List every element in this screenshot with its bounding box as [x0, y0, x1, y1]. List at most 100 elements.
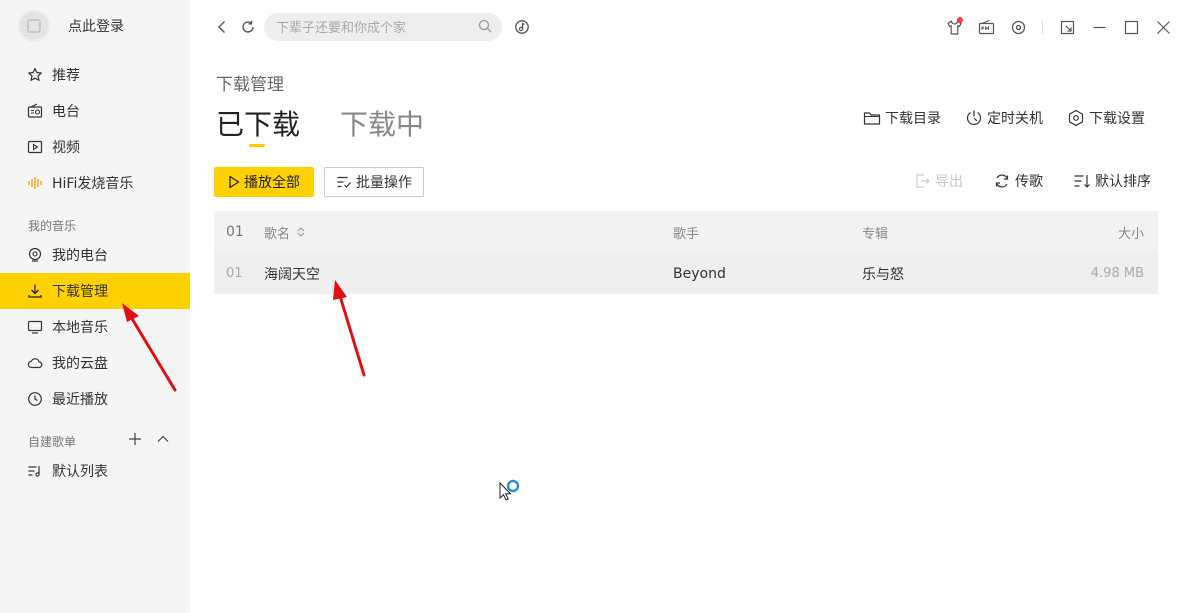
sort-button[interactable]: 默认排序 [1073, 171, 1151, 191]
download-directory-label: 下载目录 [885, 111, 941, 127]
transfer-songs-button[interactable]: 传歌 [993, 171, 1043, 191]
sidebar-item-label: 默认列表 [52, 464, 108, 480]
batch-operation-button[interactable]: 批量操作 [324, 167, 424, 197]
sidebar-item-label: 我的电台 [52, 248, 108, 264]
sidebar-item-local-music[interactable]: 本地音乐 [0, 309, 190, 345]
search-box[interactable] [264, 13, 502, 41]
sidebar-item-video[interactable]: 视频 [0, 129, 190, 165]
table-header: 01 歌名 歌手 专辑 大小 [214, 211, 1158, 253]
page-title: 下载管理 [216, 75, 284, 95]
sidebar-item-label: 最近播放 [52, 392, 108, 408]
top-actions: 下载目录 定时关机 下载设置 [863, 108, 1145, 128]
login-area[interactable]: 点此登录 [18, 10, 124, 42]
playlist-icon [26, 462, 44, 480]
sort-toggle-icon[interactable] [296, 226, 306, 238]
timer-shutdown-button[interactable]: 定时关机 [965, 108, 1043, 128]
sidebar-item-my-radio[interactable]: 我的电台 [0, 237, 190, 273]
refresh-icon[interactable] [238, 13, 258, 41]
header-song-name[interactable]: 歌名 [264, 223, 306, 242]
tab-downloading[interactable]: 下载中 [340, 103, 424, 143]
search-input[interactable] [276, 19, 478, 35]
download-table: 01 歌名 歌手 专辑 大小 01 海阔天空 Beyond 乐与怒 4.98 M… [214, 211, 1158, 294]
header-index: 01 [226, 224, 244, 240]
star-icon [26, 66, 44, 84]
add-playlist-icon[interactable] [128, 432, 142, 446]
sidebar-item-label: 本地音乐 [52, 320, 108, 336]
play-icon [228, 175, 240, 189]
sidebar-item-recent[interactable]: 最近播放 [0, 381, 190, 417]
play-all-label: 播放全部 [244, 175, 300, 191]
maximize-icon[interactable] [1121, 14, 1141, 40]
sidebar-item-label: HiFi发烧音乐 [52, 176, 134, 192]
cloud-icon [26, 354, 44, 372]
download-settings-button[interactable]: 下载设置 [1067, 108, 1145, 128]
batch-operation-label: 批量操作 [356, 175, 412, 191]
export-icon [913, 172, 931, 190]
my-radio-icon [26, 246, 44, 264]
close-icon[interactable] [1153, 14, 1173, 40]
playlist-section-label: 自建歌单 [28, 435, 77, 449]
clock-icon [26, 390, 44, 408]
avatar-placeholder-icon [27, 19, 41, 33]
arrow-to-song-row [333, 280, 366, 377]
row-song-name[interactable]: 海阔天空 [264, 264, 320, 284]
sidebar-item-download-manager[interactable]: 下载管理 [0, 273, 190, 309]
hexagon-settings-icon [1067, 109, 1085, 127]
sidebar-item-radio[interactable]: 电台 [0, 93, 190, 129]
avatar[interactable] [18, 10, 50, 42]
sidebar-item-label: 下载管理 [52, 284, 108, 300]
sidebar-item-label: 电台 [52, 104, 80, 120]
header-album: 专辑 [862, 226, 889, 242]
export-button[interactable]: 导出 [913, 171, 963, 191]
batch-list-check-icon [336, 175, 352, 189]
monitor-icon [26, 318, 44, 336]
download-icon [26, 282, 44, 300]
timer-shutdown-label: 定时关机 [987, 111, 1043, 127]
sync-icon [993, 172, 1011, 190]
topbar-right [932, 14, 1173, 40]
download-directory-button[interactable]: 下载目录 [863, 108, 941, 128]
video-icon [26, 138, 44, 156]
tab-downloaded[interactable]: 已下载 [216, 103, 300, 147]
collapse-chevron-up-icon[interactable] [156, 432, 170, 446]
my-music-section-label: 我的音乐 [28, 219, 77, 233]
sort-icon [1073, 172, 1091, 190]
playlist-tools [128, 432, 170, 446]
fm-radio-icon[interactable] [976, 14, 996, 40]
notification-dot [957, 17, 963, 23]
sidebar-item-label: 视频 [52, 140, 80, 156]
settings-gear-icon[interactable] [1008, 14, 1028, 40]
skin-shirt-icon[interactable] [944, 14, 964, 40]
sidebar-item-cloud[interactable]: 我的云盘 [0, 345, 190, 381]
header-song-name-label: 歌名 [264, 226, 291, 242]
header-size: 大小 [1117, 226, 1144, 242]
table-row[interactable]: 01 海阔天空 Beyond 乐与怒 4.98 MB [214, 253, 1158, 294]
row-index: 01 [226, 266, 243, 281]
topbar-left [212, 13, 538, 41]
toolbar-divider [1042, 20, 1043, 34]
mouse-cursor-busy-icon [498, 478, 524, 510]
sidebar-item-hifi[interactable]: HiFi发烧音乐 [0, 165, 190, 201]
sidebar-item-default-playlist[interactable]: 默认列表 [0, 453, 190, 489]
minimize-icon[interactable] [1089, 14, 1109, 40]
back-chevron-icon[interactable] [212, 13, 232, 41]
play-all-button[interactable]: 播放全部 [214, 167, 314, 197]
header-artist: 歌手 [673, 226, 700, 242]
sidebar-item-recommend[interactable]: 推荐 [0, 57, 190, 93]
download-settings-label: 下载设置 [1089, 111, 1145, 127]
folder-icon [863, 109, 881, 127]
mini-mode-icon[interactable] [1057, 14, 1077, 40]
login-label[interactable]: 点此登录 [68, 16, 124, 36]
music-recognition-icon[interactable] [512, 13, 532, 41]
row-artist[interactable]: Beyond [673, 266, 726, 282]
sidebar-item-label: 我的云盘 [52, 356, 108, 372]
transfer-songs-label: 传歌 [1015, 174, 1043, 190]
export-label: 导出 [935, 174, 963, 190]
search-icon[interactable] [478, 18, 492, 37]
sidebar-item-label: 推荐 [52, 68, 80, 84]
sidebar: 点此登录 推荐 电台 视频 HiFi发烧音乐 我的音乐 我的电台 下载管理 本地… [0, 0, 190, 613]
hifi-waveform-icon [26, 174, 44, 192]
row-album[interactable]: 乐与怒 [862, 264, 904, 284]
list-tools: 导出 传歌 默认排序 [913, 171, 1151, 191]
row-size: 4.98 MB [1090, 266, 1144, 281]
